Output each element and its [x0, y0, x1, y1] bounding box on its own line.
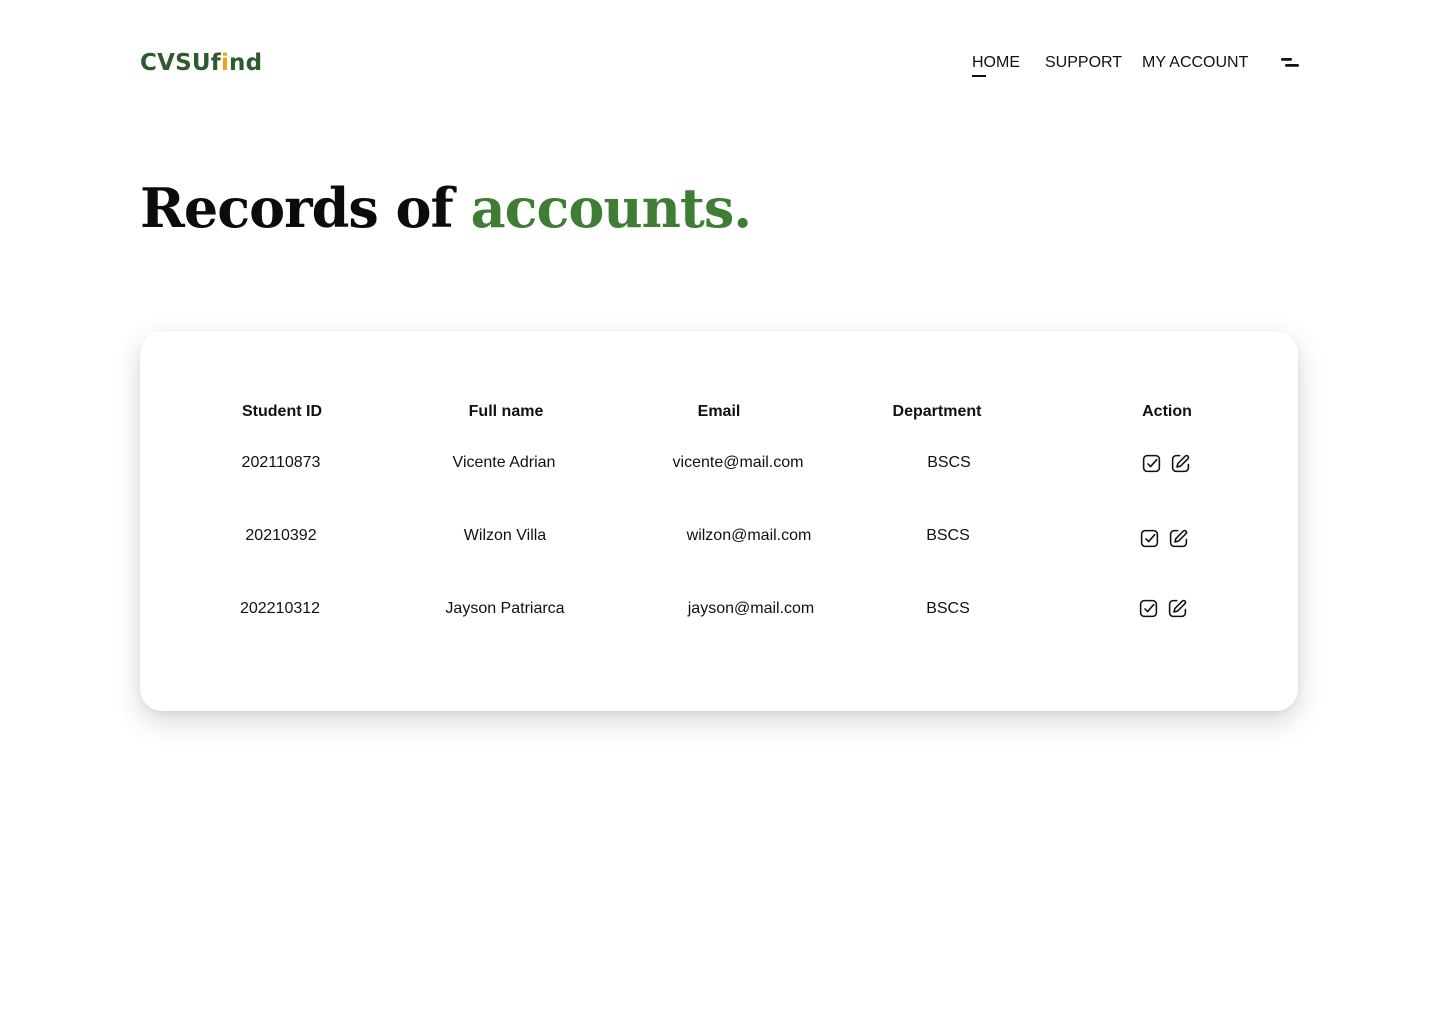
cell-department: BSCS: [926, 600, 970, 617]
row-actions: [1141, 452, 1191, 474]
column-header-action: Action: [1142, 403, 1192, 420]
edit-icon[interactable]: [1170, 453, 1191, 474]
check-square-icon[interactable]: [1141, 453, 1162, 474]
logo-text-accent: i: [220, 50, 230, 76]
page-title-main: Records of: [140, 176, 471, 240]
column-header-email: Email: [697, 403, 741, 420]
check-square-icon[interactable]: [1139, 528, 1160, 549]
cell-student-id: 202210312: [239, 600, 321, 617]
cell-student-id: 20210392: [245, 527, 317, 544]
column-header-department: Department: [892, 403, 982, 420]
cell-student-id: 202110873: [241, 454, 321, 471]
cell-email: jayson@mail.com: [687, 600, 815, 617]
logo-text-part2: nd: [229, 50, 263, 76]
row-actions: [1138, 597, 1188, 619]
cell-full-name: Vicente Adrian: [452, 454, 556, 471]
logo-text-part1: CVSUf: [140, 50, 221, 76]
column-header-full-name: Full name: [468, 403, 544, 420]
edit-icon[interactable]: [1167, 598, 1188, 619]
nav-item-home[interactable]: HOME: [972, 52, 1020, 74]
column-header-student-id: Student ID: [242, 403, 322, 420]
logo[interactable]: CVSUfind: [140, 48, 262, 78]
cell-full-name: Jayson Patriarca: [445, 600, 565, 617]
nav-active-underline: [972, 75, 986, 77]
edit-icon[interactable]: [1168, 528, 1189, 549]
page-title: Records of accounts.: [140, 170, 752, 246]
check-square-icon[interactable]: [1138, 598, 1159, 619]
cell-department: BSCS: [927, 454, 971, 471]
menu-icon[interactable]: [1280, 55, 1300, 71]
page-title-accent: accounts.: [470, 176, 752, 240]
cell-email: wilzon@mail.com: [686, 527, 812, 544]
cell-department: BSCS: [926, 527, 970, 544]
row-actions: [1139, 527, 1189, 549]
cell-full-name: Wilzon Villa: [463, 527, 547, 544]
records-card: Student ID Full name Email Department Ac…: [140, 331, 1298, 711]
cell-email: vicente@mail.com: [672, 454, 804, 471]
nav-item-my-account[interactable]: MY ACCOUNT: [1142, 52, 1248, 74]
page: CVSUfind HOME SUPPORT MY ACCOUNT Records…: [0, 0, 1440, 1024]
nav-item-support[interactable]: SUPPORT: [1045, 52, 1122, 74]
